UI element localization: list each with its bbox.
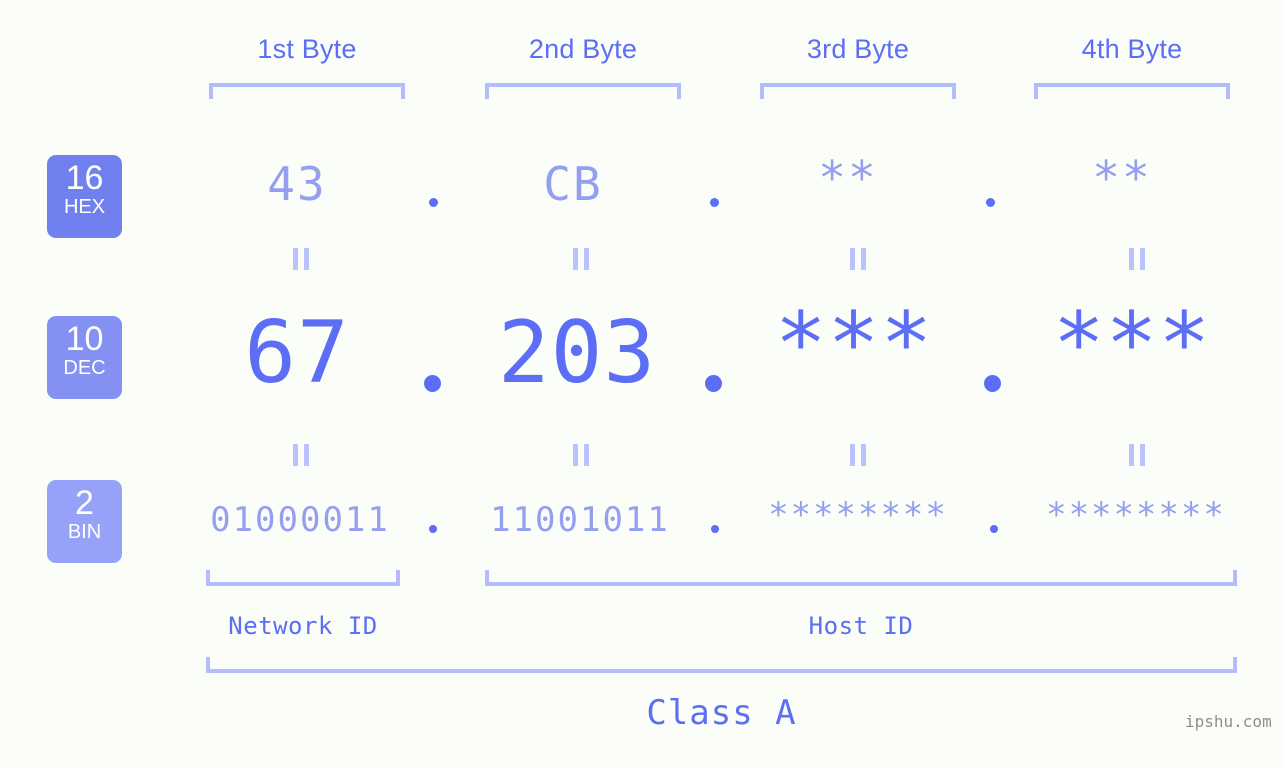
byte-bracket-1 [209,83,405,99]
network-id-label: Network ID [228,612,378,640]
byte-header-label-4: 4th Byte [1081,34,1183,64]
host-id-bracket [485,570,1237,586]
base-badge-bin-number: 2 [75,484,94,522]
hex-value-byte-3: ** [818,151,878,205]
dec-separator-dot-3 [984,375,1001,392]
ip-address-breakdown-diagram: 1st Byte 2nd Byte 3rd Byte 4th Byte 16 H… [0,0,1285,767]
byte-bracket-4 [1034,83,1230,99]
base-badge-hex: 16 HEX [47,155,122,238]
equality-mark-hex-dec-4 [1128,248,1146,270]
watermark: ipshu.com [1185,712,1272,731]
hex-value-byte-4: ** [1092,151,1152,205]
host-id-label: Host ID [808,612,914,640]
bin-value-byte-4: ******** [1046,495,1226,535]
equality-mark-hex-dec-1 [292,248,310,270]
class-label: Class A [646,693,797,733]
byte-header-label-1: 1st Byte [257,34,357,64]
bin-value-byte-3: ******** [768,495,948,535]
byte-header-label-3: 3rd Byte [806,34,910,64]
dec-value-byte-2: 203 [497,303,657,403]
base-badge-bin-abbr: BIN [67,521,102,543]
bin-value-byte-1: 01000011 [210,500,390,540]
network-id-bracket [206,570,400,586]
hex-separator-dot-3 [986,198,995,207]
equality-mark-hex-dec-3 [849,248,867,270]
dec-value-byte-1: 67 [244,303,350,403]
bin-separator-dot-3 [990,525,998,533]
hex-value-byte-2: CB [543,157,603,211]
equality-mark-dec-bin-3 [849,444,867,466]
equality-mark-dec-bin-1 [292,444,310,466]
dec-value-byte-3: *** [774,294,934,394]
byte-bracket-3 [760,83,956,99]
byte-bracket-2 [485,83,681,99]
byte-header-label-2: 2nd Byte [528,34,638,64]
dec-value-byte-4: *** [1052,294,1212,394]
bin-separator-dot-1 [429,525,437,533]
equality-mark-hex-dec-2 [572,248,590,270]
base-badge-dec: 10 DEC [47,316,122,399]
dec-separator-dot-1 [424,375,441,392]
bin-value-byte-2: 11001011 [490,500,670,540]
base-badge-dec-abbr: DEC [63,357,106,379]
base-badge-hex-abbr: HEX [63,196,106,218]
dec-separator-dot-2 [705,375,722,392]
base-badge-bin: 2 BIN [47,480,122,563]
equality-mark-dec-bin-2 [572,444,590,466]
hex-separator-dot-1 [429,198,438,207]
base-badge-hex-number: 16 [65,159,104,197]
hex-separator-dot-2 [710,198,719,207]
equality-mark-dec-bin-4 [1128,444,1146,466]
base-badge-dec-number: 10 [65,320,104,358]
bin-separator-dot-2 [711,525,719,533]
hex-value-byte-1: 43 [267,157,327,211]
class-bracket [206,657,1237,673]
